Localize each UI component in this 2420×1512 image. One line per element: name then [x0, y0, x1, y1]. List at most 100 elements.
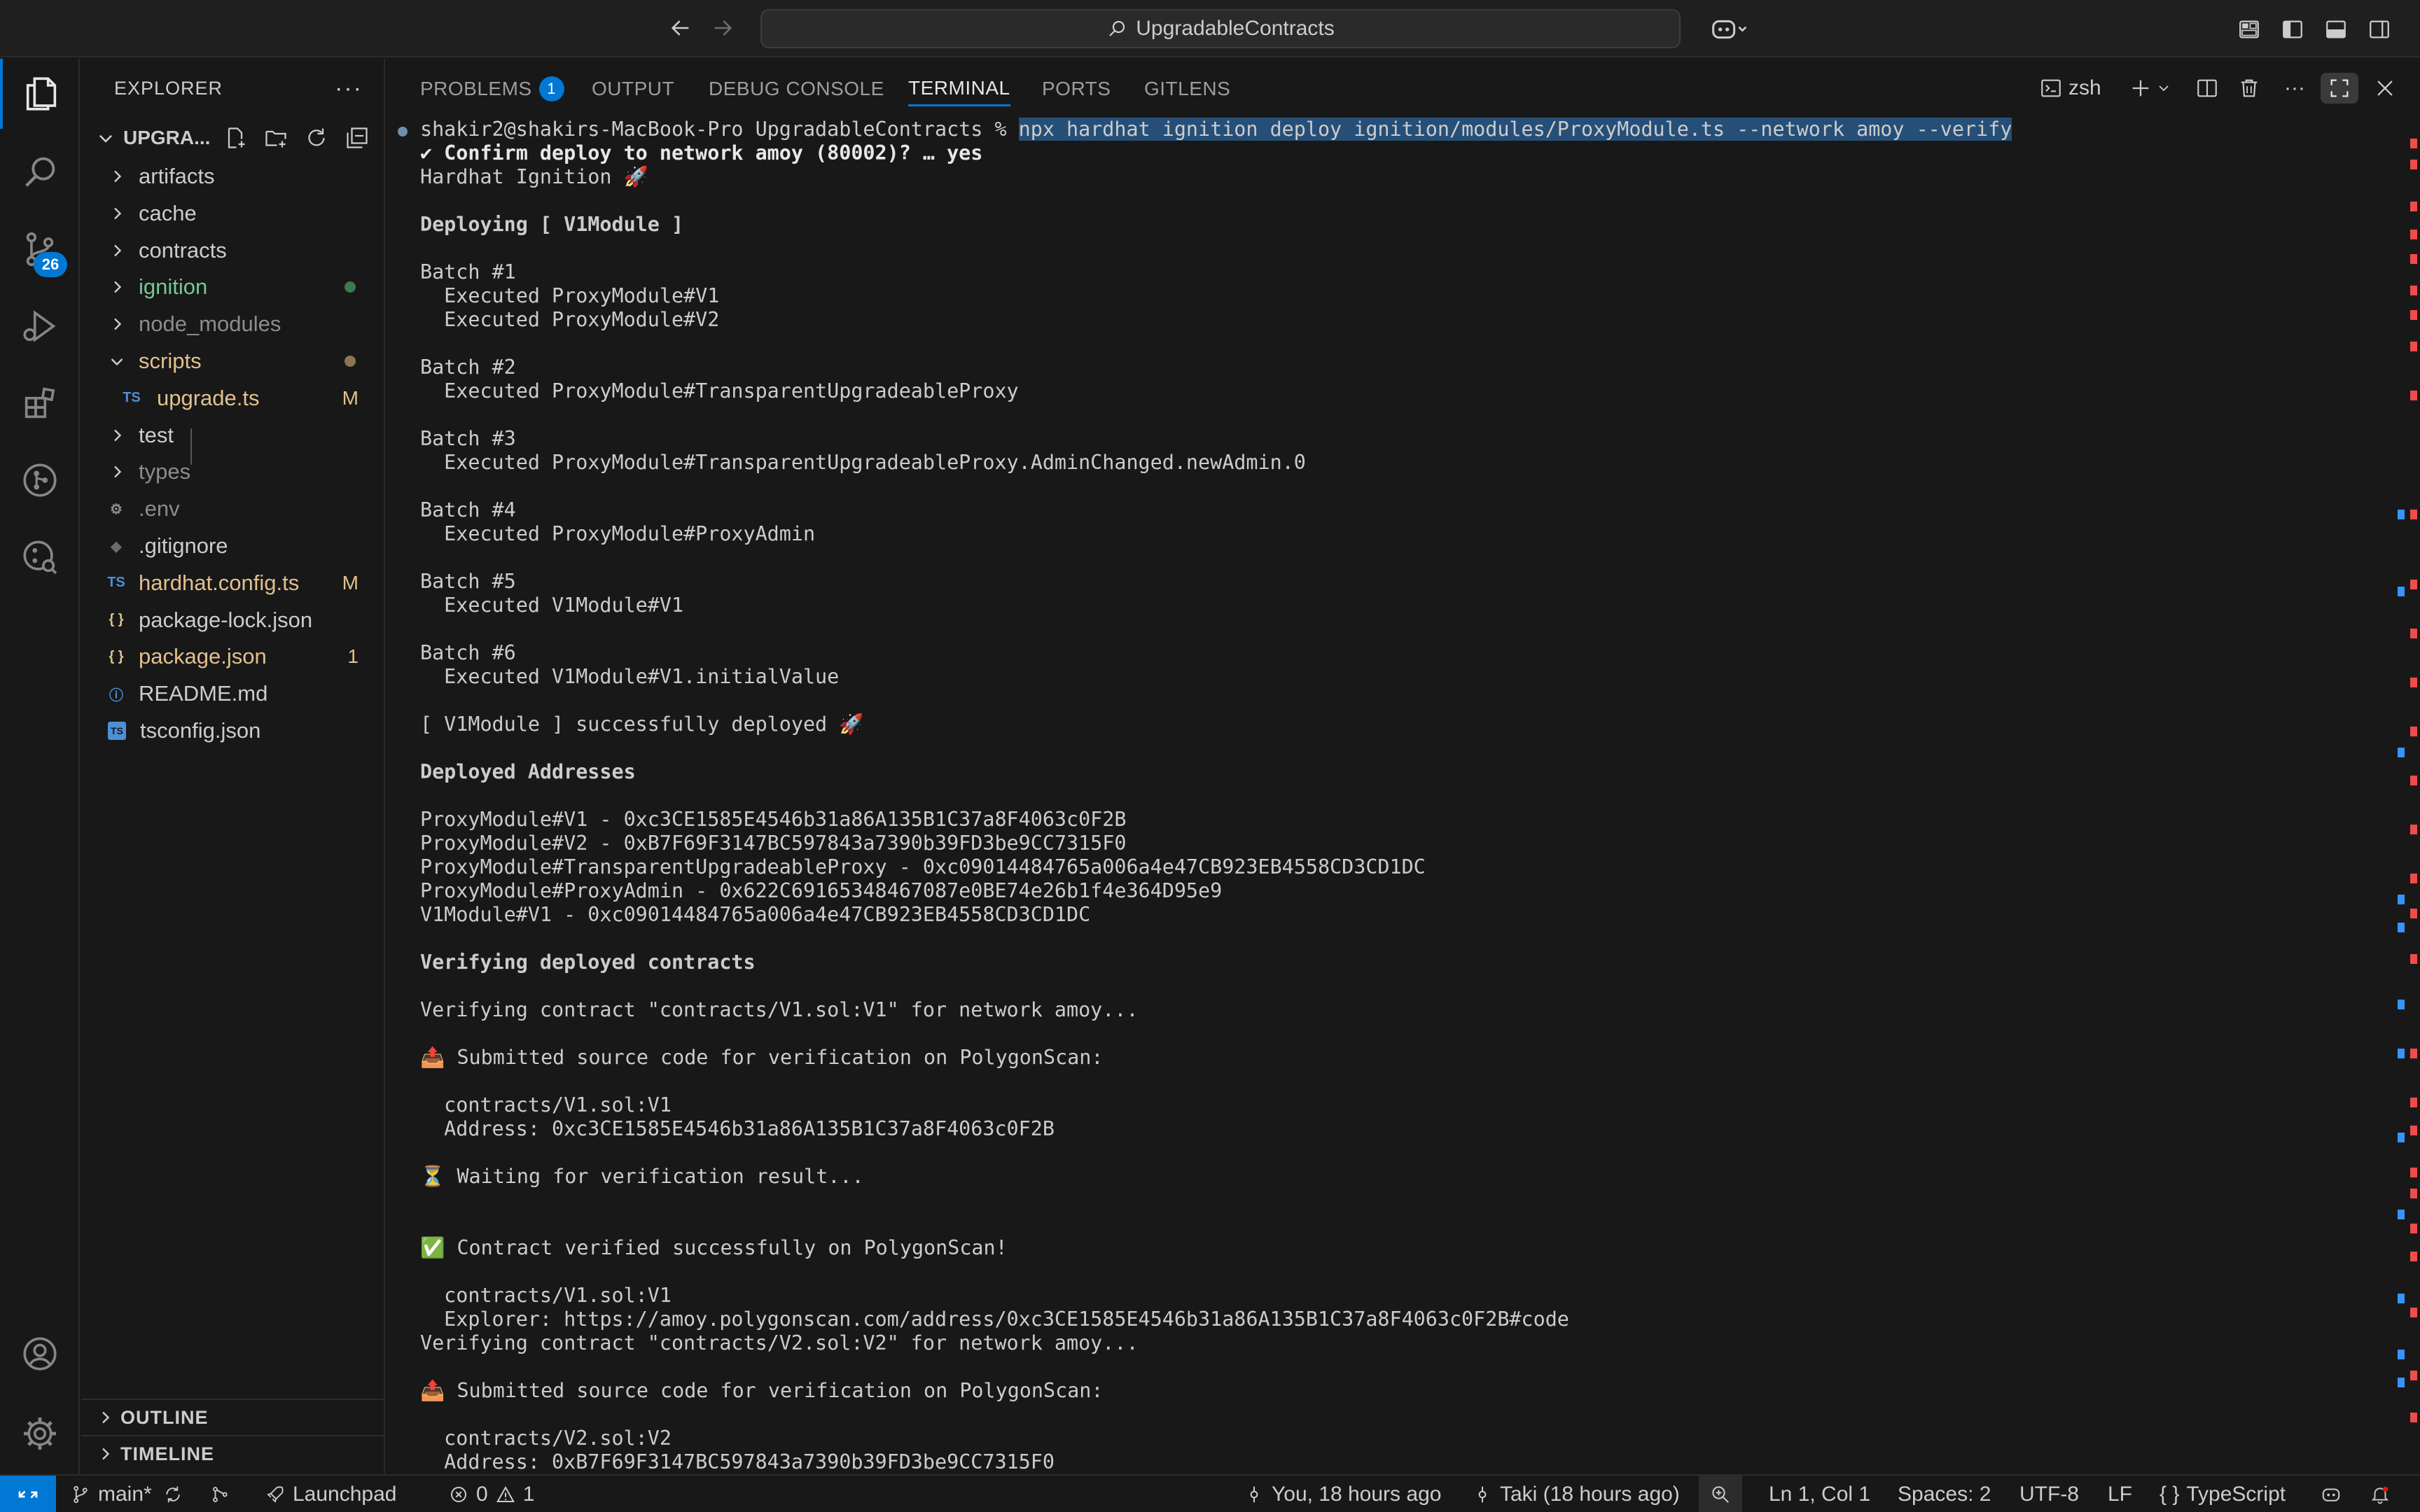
gitlens-inspect-activity[interactable] [0, 522, 80, 592]
forward-button[interactable] [709, 13, 737, 43]
timeline-section[interactable]: TIMELINE [81, 1435, 385, 1471]
folder-types[interactable]: types [81, 454, 385, 490]
outline-section[interactable]: OUTLINE [81, 1399, 385, 1435]
new-terminal-button[interactable] [2129, 73, 2172, 104]
file-package-lock-json[interactable]: { } package-lock.json [81, 602, 385, 638]
eol-status[interactable]: LF [2108, 1476, 2132, 1512]
terminal-line-text: Batch #4 [420, 498, 516, 522]
terminal-output[interactable]: shakir2@shakirs-MacBook-Pro UpgradableCo… [387, 118, 2393, 1474]
run-debug-activity[interactable] [0, 291, 80, 361]
terminal-line: Verifying contract "contracts/V1.sol:V1"… [420, 998, 1139, 1022]
tab-output[interactable]: OUTPUT [592, 71, 674, 106]
sync-icon [166, 1486, 180, 1503]
extensions-activity[interactable] [0, 368, 80, 438]
gitlens-activity[interactable] [0, 445, 80, 515]
scrollbar-marker [2410, 139, 2417, 148]
language-status[interactable]: { } TypeScript [2160, 1476, 2286, 1512]
tree-item-label: tsconfig.json [140, 718, 261, 743]
file-hardhat-config-ts[interactable]: TS hardhat.config.ts M [81, 565, 385, 601]
git-commit-icon [1250, 1486, 1258, 1503]
sync-button[interactable] [162, 1476, 183, 1512]
explorer-activity[interactable] [0, 59, 80, 129]
collapse-all-icon[interactable] [345, 125, 370, 150]
tab-problems[interactable]: PROBLEMS 1 [420, 71, 564, 106]
more-actions-button[interactable]: ··· [335, 75, 363, 102]
terminal-shell-selector[interactable]: zsh [2039, 73, 2101, 104]
file-gitignore[interactable]: ◆ .gitignore [81, 528, 385, 564]
refresh-icon[interactable] [304, 125, 329, 150]
copilot-status[interactable] [2321, 1476, 2342, 1512]
author-status[interactable]: Taki (18 hours ago) [1472, 1476, 1680, 1512]
terminal-line-text: Deployed Addresses [420, 760, 636, 783]
terminal-line-text: ✅ Contract verified successfully on Poly… [420, 1236, 1008, 1259]
chevron-down-icon [88, 129, 123, 147]
scrollbar-marker [2398, 1210, 2405, 1219]
folder-scripts[interactable]: scripts [81, 343, 385, 379]
file-readme-md[interactable]: ⓘ README.md [81, 676, 385, 712]
graph-button[interactable] [210, 1476, 231, 1512]
new-file-icon[interactable] [223, 125, 248, 150]
command-center-search[interactable]: UpgradableContracts [760, 9, 1681, 48]
notifications-button[interactable] [2370, 1476, 2391, 1512]
terminal-icon [2041, 79, 2061, 97]
terminal-line-text: ProxyModule#TransparentUpgradeableProxy … [420, 855, 1426, 878]
tree-item-label: .env [139, 496, 180, 522]
folder-cache[interactable]: cache [81, 195, 385, 232]
close-panel-button[interactable] [2370, 73, 2400, 104]
encoding-status[interactable]: UTF-8 [2019, 1476, 2079, 1512]
copilot-menu-button[interactable] [1702, 14, 1758, 45]
indentation-text: Spaces: 2 [1898, 1483, 1991, 1506]
terminal-more-button[interactable]: ··· [2277, 73, 2312, 104]
zoom-button[interactable] [1699, 1476, 1742, 1512]
terminal-line-text: Verifying contract "contracts/V1.sol:V1"… [420, 998, 1139, 1021]
search-activity[interactable] [0, 137, 80, 207]
tab-gitlens[interactable]: GITLENS [1144, 71, 1230, 106]
customize-layout-button[interactable] [2234, 14, 2265, 45]
folder-contracts[interactable]: contracts [81, 232, 385, 269]
terminal-line: 📤 Submitted source code for verification… [420, 1046, 1103, 1070]
blame-status[interactable]: You, 18 hours ago [1244, 1476, 1441, 1512]
git-commit-icon [1478, 1486, 1487, 1503]
toggle-panel-button[interactable] [2321, 14, 2351, 45]
terminal-line: Batch #3 [420, 427, 516, 451]
cursor-position[interactable]: Ln 1, Col 1 [1769, 1476, 1870, 1512]
project-root-row[interactable]: UPGRA... [81, 119, 385, 157]
maximize-panel-button[interactable] [2321, 73, 2358, 104]
folder-test[interactable]: test [81, 417, 385, 454]
kill-terminal-button[interactable] [2234, 73, 2265, 104]
terminal-line-text: Batch #1 [420, 260, 516, 284]
file-package-json[interactable]: { } package.json 1 [81, 638, 385, 675]
remote-indicator[interactable] [0, 1476, 56, 1512]
source-control-activity[interactable]: 26 [0, 214, 80, 284]
back-button[interactable] [667, 13, 695, 43]
terminal-line-text: ✔ Confirm deploy to network amoy (80002)… [420, 141, 983, 164]
scrollbar-marker [2410, 1049, 2417, 1058]
chevron-right-icon [106, 279, 127, 295]
accounts-activity[interactable] [0, 1319, 80, 1389]
file-upgrade-ts[interactable]: TS upgrade.ts M [81, 380, 385, 416]
file-env[interactable]: ⚙ .env [81, 491, 385, 527]
manage-activity[interactable] [0, 1399, 80, 1469]
terminal-prompt-line: shakir2@shakirs-MacBook-Pro UpgradableCo… [420, 118, 2012, 141]
error-count: 0 [476, 1483, 488, 1506]
git-status-badge: M [342, 386, 359, 409]
toggle-secondary-sidebar-button[interactable] [2364, 14, 2395, 45]
tab-debug-console[interactable]: DEBUG CONSOLE [709, 71, 884, 106]
toggle-primary-sidebar-button[interactable] [2277, 14, 2308, 45]
terminal-scrollbar[interactable] [2393, 118, 2420, 1474]
indentation-status[interactable]: Spaces: 2 [1898, 1476, 1991, 1512]
folder-artifacts[interactable]: artifacts [81, 158, 385, 195]
file-tsconfig-json[interactable]: TS tsconfig.json [81, 713, 385, 749]
tab-ports[interactable]: PORTS [1042, 71, 1111, 106]
new-folder-icon[interactable] [263, 125, 288, 150]
problems-badge: 1 [538, 76, 564, 102]
branch-status[interactable]: main* [70, 1476, 152, 1512]
problems-status[interactable]: 0 1 [448, 1476, 534, 1512]
remote-icon [18, 1490, 38, 1499]
folder-ignition[interactable]: ignition [81, 269, 385, 305]
tab-terminal[interactable]: TERMINAL [908, 71, 1010, 106]
launchpad-status[interactable]: Launchpad [265, 1476, 396, 1512]
split-terminal-button[interactable] [2192, 73, 2223, 104]
terminal-line: Executed ProxyModule#ProxyAdmin [420, 522, 815, 546]
folder-node-modules[interactable]: node_modules [81, 306, 385, 342]
